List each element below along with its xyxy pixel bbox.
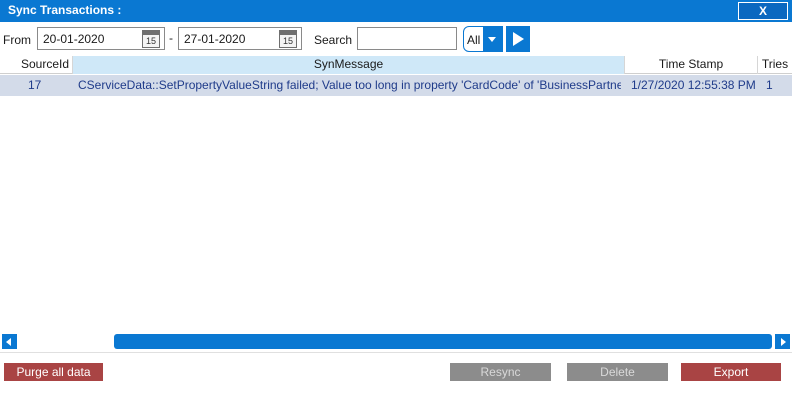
to-date-field[interactable]: 27-01-2020 15 <box>178 27 302 50</box>
resync-button[interactable]: Resync <box>450 363 551 381</box>
to-date-value: 27-01-2020 <box>184 32 246 46</box>
window-title: Sync Transactions : <box>8 3 122 17</box>
search-label: Search <box>314 33 353 47</box>
calendar-icon[interactable]: 15 <box>279 30 297 48</box>
scroll-left-icon[interactable] <box>2 334 17 349</box>
column-header-sourceid[interactable]: SourceId <box>0 56 73 74</box>
delete-button[interactable]: Delete <box>567 363 668 381</box>
divider <box>0 352 792 353</box>
column-header-tries[interactable]: Tries <box>758 56 792 74</box>
cell-message: CServiceData::SetPropertyValueString fai… <box>78 78 621 92</box>
cell-tries: 1 <box>766 78 773 92</box>
table-row[interactable]: 17 CServiceData::SetPropertyValueString … <box>0 75 792 96</box>
from-label: From <box>3 33 31 47</box>
export-button[interactable]: Export <box>681 363 781 381</box>
purge-all-data-button[interactable]: Purge all data <box>4 363 103 381</box>
type-filter-selected: All <box>467 33 481 47</box>
title-bar: Sync Transactions : X <box>0 0 792 22</box>
from-date-value: 20-01-2020 <box>43 32 105 46</box>
scroll-right-icon[interactable] <box>775 334 790 349</box>
calendar-icon[interactable]: 15 <box>142 30 160 48</box>
search-input[interactable] <box>357 27 457 50</box>
column-header-timestamp[interactable]: Time Stamp <box>625 56 758 74</box>
cell-timestamp: 1/27/2020 12:55:38 PM <box>631 78 756 92</box>
filter-bar: From 20-01-2020 15 - 27-01-2020 15 Searc… <box>0 22 792 56</box>
cell-sourceid: 17 <box>28 78 42 92</box>
column-header-synmessage[interactable]: SynMessage <box>73 56 625 74</box>
scrollbar-thumb[interactable] <box>114 334 772 349</box>
transactions-grid: SourceId SynMessage Time Stamp Tries 17 … <box>0 56 792 353</box>
play-icon[interactable] <box>506 26 530 52</box>
date-separator: - <box>169 31 173 45</box>
type-filter-dropdown[interactable]: All <box>463 26 503 52</box>
grid-header: SourceId SynMessage Time Stamp Tries <box>0 56 792 74</box>
close-button[interactable]: X <box>738 2 788 20</box>
dropdown-arrow-icon[interactable] <box>483 27 502 51</box>
from-date-field[interactable]: 20-01-2020 15 <box>37 27 165 50</box>
horizontal-scrollbar[interactable] <box>0 333 792 350</box>
